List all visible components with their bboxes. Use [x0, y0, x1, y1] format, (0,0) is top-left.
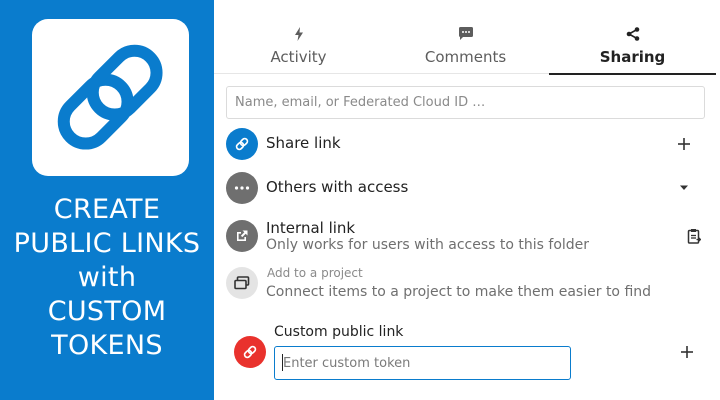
share-link-row: Share link [226, 128, 706, 160]
promo-headline: CREATE PUBLIC LINKS with CUSTOM TOKENS [0, 193, 214, 363]
project-row[interactable]: Add to a project Connect items to a proj… [226, 266, 706, 302]
chain-link-icon [57, 44, 163, 150]
projects-icon [226, 267, 258, 299]
logo-tile [32, 19, 189, 176]
link-icon [234, 336, 266, 368]
promo-panel: CREATE PUBLIC LINKS with CUSTOM TOKENS [0, 0, 214, 400]
promo-line: PUBLIC LINKS [13, 228, 201, 259]
text-caret [282, 354, 283, 371]
plus-icon[interactable] [675, 340, 699, 364]
promo-line: with [77, 262, 137, 293]
tab-label: Comments [424, 48, 507, 66]
internal-link-row: Internal link Only works for users with … [226, 219, 706, 255]
promo-line: TOKENS [51, 330, 163, 361]
tab-label: Activity [270, 48, 327, 66]
link-icon [226, 128, 258, 160]
others-with-access-row[interactable]: Others with access [226, 172, 706, 204]
internal-link-label: Internal link [266, 219, 356, 237]
more-horizontal-icon [226, 172, 258, 204]
internal-link-subtitle: Only works for users with access to this… [266, 237, 590, 253]
project-label: Add to a project [267, 266, 363, 280]
custom-link-label: Custom public link [274, 324, 404, 340]
others-with-access-label: Others with access [266, 178, 409, 196]
tab-activity[interactable]: Activity [215, 0, 382, 74]
promo-line: CREATE [53, 194, 161, 225]
tab-label: Sharing [599, 48, 666, 66]
comment-icon [382, 27, 549, 43]
sharing-sidebar: Activity Comments Sharing Share link [214, 0, 720, 400]
custom-token-input[interactable] [274, 346, 571, 380]
lightning-icon [215, 27, 382, 43]
triangle-down-icon[interactable] [672, 176, 696, 200]
plus-icon[interactable] [672, 132, 696, 156]
external-link-icon [226, 220, 258, 252]
share-search-input[interactable] [226, 86, 705, 119]
tab-comments[interactable]: Comments [382, 0, 549, 74]
promo-line: CUSTOM [47, 296, 167, 327]
share-icon [549, 27, 716, 43]
clipboard-icon[interactable] [682, 224, 706, 248]
custom-link-row: Custom public link [226, 322, 706, 382]
share-link-label: Share link [266, 134, 341, 152]
tab-sharing[interactable]: Sharing [549, 0, 716, 75]
tab-bar: Activity Comments Sharing [214, 0, 716, 75]
project-subtitle: Connect items to a project to make them … [266, 284, 652, 300]
